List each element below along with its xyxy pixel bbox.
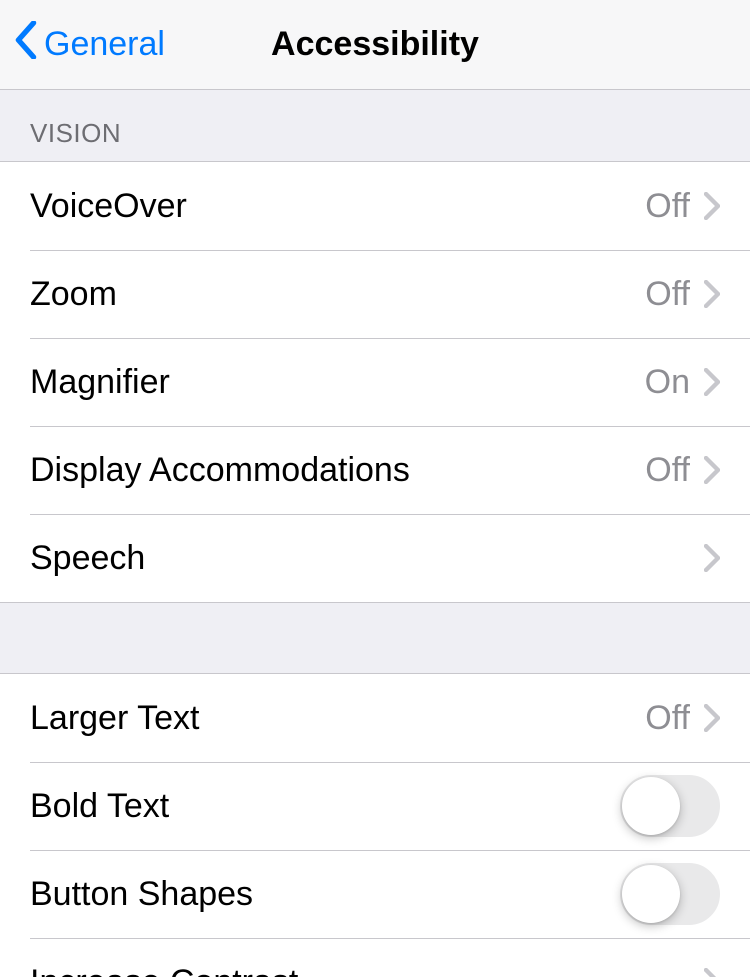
row-zoom[interactable]: Zoom Off — [0, 250, 750, 338]
chevron-right-icon — [704, 704, 720, 732]
chevron-right-icon — [704, 456, 720, 484]
row-voiceover[interactable]: VoiceOver Off — [0, 162, 750, 250]
row-label: Magnifier — [30, 363, 645, 402]
row-label: Increase Contrast — [30, 963, 704, 977]
row-larger-text[interactable]: Larger Text Off — [0, 674, 750, 762]
row-label: Speech — [30, 539, 704, 578]
switch-knob — [622, 777, 680, 835]
row-label: Button Shapes — [30, 875, 620, 914]
row-display-accommodations[interactable]: Display Accommodations Off — [0, 426, 750, 514]
navigation-bar: General Accessibility — [0, 0, 750, 90]
section-header-vision: VISION — [0, 90, 750, 161]
chevron-right-icon — [704, 280, 720, 308]
row-label: Zoom — [30, 275, 645, 314]
button-shapes-switch[interactable] — [620, 863, 720, 925]
row-value: Off — [645, 451, 690, 490]
chevron-right-icon — [704, 192, 720, 220]
row-label: Bold Text — [30, 787, 620, 826]
back-label: General — [44, 25, 165, 64]
row-label: Display Accommodations — [30, 451, 645, 490]
back-chevron-icon — [14, 21, 44, 68]
row-increase-contrast[interactable]: Increase Contrast — [0, 938, 750, 977]
row-value: Off — [645, 699, 690, 738]
row-value: Off — [645, 187, 690, 226]
chevron-right-icon — [704, 544, 720, 572]
row-label: Larger Text — [30, 699, 645, 738]
row-magnifier[interactable]: Magnifier On — [0, 338, 750, 426]
text-display-list: Larger Text Off Bold Text Button Shapes … — [0, 673, 750, 977]
row-value: Off — [645, 275, 690, 314]
row-value: On — [645, 363, 690, 402]
switch-knob — [622, 865, 680, 923]
chevron-right-icon — [704, 368, 720, 396]
page-title: Accessibility — [271, 25, 479, 64]
row-label: VoiceOver — [30, 187, 645, 226]
vision-list: VoiceOver Off Zoom Off Magnifier On Disp… — [0, 161, 750, 603]
back-button[interactable]: General — [14, 0, 165, 89]
chevron-right-icon — [704, 968, 720, 977]
row-button-shapes[interactable]: Button Shapes — [0, 850, 750, 938]
row-bold-text[interactable]: Bold Text — [0, 762, 750, 850]
bold-text-switch[interactable] — [620, 775, 720, 837]
row-speech[interactable]: Speech — [0, 514, 750, 602]
section-gap — [0, 603, 750, 673]
